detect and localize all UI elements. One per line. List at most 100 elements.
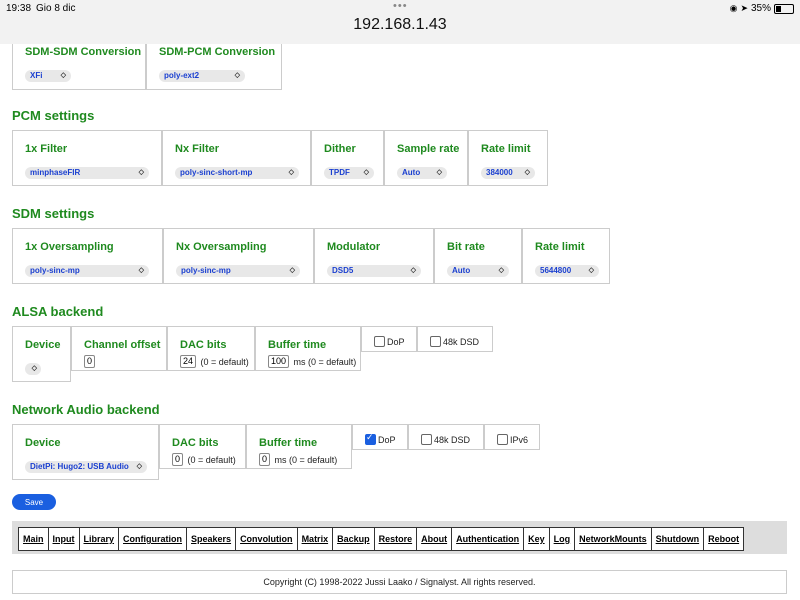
network-ipv6-checkbox[interactable]: [497, 434, 508, 446]
network-48k-dsd-cell: 48k DSD: [408, 424, 484, 450]
filter-1x-cell: 1x Filter minphaseFIR ◇: [12, 130, 162, 186]
filter-nx-select[interactable]: poly-sinc-short-mp ◇: [175, 167, 299, 179]
status-indicators: ◉ ➤ 35%: [730, 3, 794, 14]
nav-link-authentication[interactable]: Authentication: [452, 528, 525, 550]
network-device-cell: Device DietPi: Hugo2: USB Audio ◇: [12, 424, 159, 480]
alsa-dac-bits-label: DAC bits: [180, 339, 227, 351]
chevron-updown-icon: ◇: [524, 169, 530, 176]
network-48k-dsd-label: 48k DSD: [434, 434, 471, 445]
chevron-updown-icon: ◇: [138, 267, 144, 274]
alsa-dop-checkbox[interactable]: [374, 336, 385, 348]
nav-bar: Main Input Library Configuration Speakers Con…: [12, 521, 787, 554]
pcm-rate-limit-label: Rate limit: [481, 143, 531, 155]
save-button[interactable]: Save: [12, 494, 56, 510]
dither-cell: Dither TPDF ◇: [311, 130, 384, 186]
oversampling-nx-select[interactable]: poly-sinc-mp ◇: [176, 265, 300, 277]
nav-link-configuration[interactable]: Configuration: [119, 528, 188, 550]
channel-offset-input[interactable]: 0: [84, 355, 96, 369]
alsa-dop-label: DoP: [387, 336, 405, 347]
network-dac-bits-label: DAC bits: [172, 437, 219, 449]
network-dop-cell: DoP: [352, 424, 408, 450]
modulator-cell: Modulator DSD5 ◇: [314, 228, 434, 284]
chevron-updown-icon: ◇: [498, 267, 504, 274]
alsa-48k-dsd-label: 48k DSD: [443, 336, 480, 347]
alsa-device-select[interactable]: ◇: [25, 363, 41, 375]
alsa-device-label: Device: [25, 339, 61, 351]
sample-rate-select[interactable]: Auto ◇: [397, 167, 447, 179]
alsa-buffer-time-label: Buffer time: [268, 339, 327, 351]
network-dac-bits-input[interactable]: 0: [172, 453, 184, 467]
dither-select[interactable]: TPDF ◇: [324, 167, 374, 179]
alsa-dac-bits-input[interactable]: 24: [180, 355, 197, 369]
chevron-updown-icon: ◇: [234, 72, 240, 79]
alsa-dac-bits-hint: (0 = default): [200, 356, 249, 367]
network-device-select[interactable]: DietPi: Hugo2: USB Audio ◇: [25, 461, 147, 473]
sdm-rate-limit-label: Rate limit: [535, 241, 585, 253]
sdm-pcm-conversion-select[interactable]: poly-ext2 ◇: [159, 70, 245, 82]
oversampling-1x-cell: 1x Oversampling poly-sinc-mp ◇: [12, 228, 163, 284]
sample-rate-label: Sample rate: [397, 143, 460, 155]
oversampling-1x-label: 1x Oversampling: [25, 241, 114, 253]
address-bar[interactable]: 192.168.1.43: [0, 16, 800, 34]
alsa-dop-cell: DoP: [361, 326, 417, 352]
nav-link-key[interactable]: Key: [524, 528, 550, 550]
battery-icon: [774, 3, 794, 14]
filter-nx-label: Nx Filter: [175, 143, 220, 155]
chevron-updown-icon: ◇: [288, 169, 294, 176]
alsa-backend-heading: ALSA backend: [12, 304, 104, 319]
alsa-dac-bits-cell: DAC bits 24 (0 = default): [167, 326, 255, 371]
nav-link-about[interactable]: About: [417, 528, 453, 550]
sdm-sdm-conversion-label: SDM-SDM Conversion: [25, 46, 142, 58]
page-content: SDM-SDM Conversion XFi ◇ SDM-PCM Conversi…: [0, 44, 800, 600]
network-ipv6-label: IPv6: [510, 434, 529, 445]
network-device-label: Device: [25, 437, 61, 449]
nav-link-speakers[interactable]: Speakers: [187, 528, 237, 550]
sdm-sdm-conversion-select[interactable]: XFi ◇: [25, 70, 71, 82]
filter-1x-select[interactable]: minphaseFIR ◇: [25, 167, 149, 179]
nav-link-reboot[interactable]: Reboot: [704, 528, 743, 550]
oversampling-nx-cell: Nx Oversampling poly-sinc-mp ◇: [163, 228, 314, 284]
dither-label: Dither: [324, 143, 356, 155]
nav-link-networkmounts[interactable]: NetworkMounts: [575, 528, 652, 550]
bit-rate-select[interactable]: Auto ◇: [447, 265, 509, 277]
more-dots-icon[interactable]: •••: [393, 0, 408, 12]
battery-percent: 35%: [750, 3, 771, 14]
pcm-rate-limit-select[interactable]: 384000 ◇: [481, 167, 535, 179]
chevron-updown-icon: ◇: [363, 169, 369, 176]
network-48k-dsd-checkbox[interactable]: [421, 434, 432, 446]
oversampling-1x-select[interactable]: poly-sinc-mp ◇: [25, 265, 149, 277]
nav-link-main[interactable]: Main: [19, 528, 49, 550]
alsa-buffer-time-cell: Buffer time 100 ms (0 = default): [255, 326, 361, 371]
chevron-updown-icon: ◇: [31, 365, 37, 372]
network-backend-heading: Network Audio backend: [12, 402, 160, 417]
network-dop-checkbox[interactable]: [365, 432, 376, 446]
nav-link-input[interactable]: Input: [49, 528, 80, 550]
nav-link-log[interactable]: Log: [550, 528, 576, 550]
chevron-updown-icon: ◇: [410, 267, 416, 274]
nav-link-library[interactable]: Library: [80, 528, 120, 550]
date: Gio 8 dic: [36, 3, 76, 14]
nav-link-convolution[interactable]: Convolution: [236, 528, 298, 550]
sdm-rate-limit-select[interactable]: 5644800 ◇: [535, 265, 599, 277]
alsa-buffer-time-input[interactable]: 100: [268, 355, 290, 369]
sdm-pcm-conversion-cell: SDM-PCM Conversion poly-ext2 ◇: [146, 44, 282, 90]
alsa-48k-dsd-checkbox[interactable]: [430, 336, 441, 348]
network-buffer-time-cell: Buffer time 0 ms (0 = default): [246, 424, 352, 469]
nav-link-backup[interactable]: Backup: [333, 528, 375, 550]
modulator-select[interactable]: DSD5 ◇: [327, 265, 421, 277]
network-ipv6-cell: IPv6: [484, 424, 540, 450]
filter-nx-cell: Nx Filter poly-sinc-short-mp ◇: [162, 130, 311, 186]
chevron-updown-icon: ◇: [136, 463, 142, 470]
nav-menu: Main Input Library Configuration Speakers Con…: [18, 527, 745, 551]
nav-link-matrix[interactable]: Matrix: [298, 528, 334, 550]
filter-1x-label: 1x Filter: [25, 143, 68, 155]
network-buffer-time-input[interactable]: 0: [259, 453, 271, 467]
location-icon: ➤: [740, 3, 748, 13]
network-dop-label: DoP: [378, 434, 396, 445]
modulator-label: Modulator: [327, 241, 381, 253]
sdm-sdm-conversion-cell: SDM-SDM Conversion XFi ◇: [12, 44, 146, 90]
nav-link-restore[interactable]: Restore: [375, 528, 418, 550]
nav-link-shutdown[interactable]: Shutdown: [652, 528, 705, 550]
clock: 19:38: [6, 3, 32, 14]
network-buffer-time-label: Buffer time: [259, 437, 318, 449]
